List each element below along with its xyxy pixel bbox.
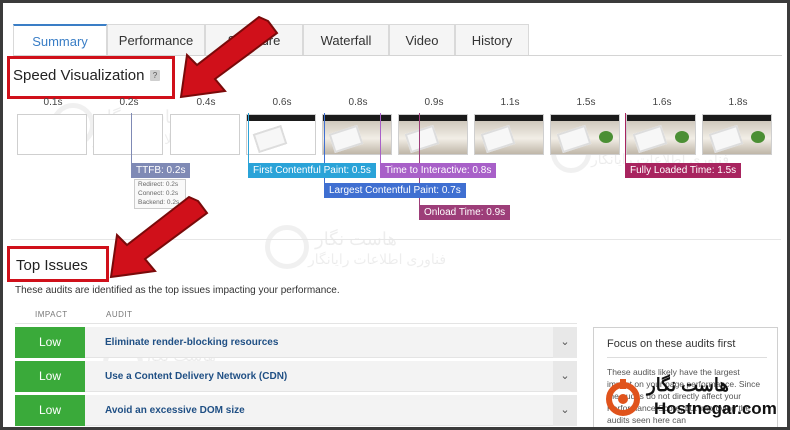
filmstrip-frame[interactable] (246, 114, 316, 155)
brand-name-fa: هاست نگار (647, 375, 729, 395)
filmstrip-frame[interactable] (626, 114, 696, 155)
watermark-logo-icon (265, 225, 309, 269)
table-row[interactable]: Low Use a Content Delivery Network (CDN)… (15, 361, 577, 392)
time-label: 0.1s (43, 97, 63, 108)
ttfb-tag: TTFB: 0.2s (131, 163, 191, 178)
filmstrip-frame[interactable] (17, 114, 87, 155)
lcp-tag: Largest Contentful Paint: 0.7s (324, 183, 466, 198)
brand-logo-icon (606, 379, 640, 416)
audit-title[interactable]: Eliminate render-blocking resources (105, 327, 278, 358)
filmstrip-frame[interactable] (322, 114, 392, 155)
filmstrip-frame[interactable] (93, 114, 163, 155)
fcp-marker-line (248, 113, 249, 165)
ttfb-redirect: Redirect: 0.2s (138, 181, 179, 188)
filmstrip-frame[interactable] (702, 114, 772, 155)
time-label: 1.5s (576, 97, 596, 108)
red-arrow-icon (109, 195, 209, 279)
table-header-divider (15, 323, 577, 324)
impact-badge: Low (15, 327, 85, 358)
screenshot-frame: هاست نگار فناوری اطلاعات رایانگار هاست ن… (0, 0, 790, 430)
filmstrip-frame[interactable] (170, 114, 240, 155)
filmstrip-frame[interactable] (398, 114, 468, 155)
table-row[interactable]: Low Eliminate render-blocking resources … (15, 327, 577, 358)
time-label: 0.2s (119, 97, 139, 108)
impact-badge: Low (15, 395, 85, 426)
highlight-box (7, 246, 109, 282)
audit-column-header: AUDIT (106, 310, 133, 319)
impact-badge: Low (15, 361, 85, 392)
fully-loaded-tag: Fully Loaded Time: 1.5s (625, 163, 742, 178)
time-label: 1.8s (728, 97, 748, 108)
filmstrip-frame[interactable] (474, 114, 544, 155)
fcp-tag: First Contentful Paint: 0.5s (248, 163, 376, 178)
onload-tag: Onload Time: 0.9s (419, 205, 511, 220)
top-issues-description: These audits are identified as the top i… (15, 285, 340, 296)
tab-video[interactable]: Video (389, 24, 455, 56)
time-label: 0.8s (348, 97, 368, 108)
tti-tag: Time to Interactive: 0.8s (380, 163, 497, 178)
focus-panel-title: Focus on these audits first (607, 338, 736, 350)
chevron-down-icon[interactable]: ⌄ (553, 327, 577, 358)
focus-panel-divider (607, 357, 767, 358)
time-label: 1.1s (500, 97, 520, 108)
chevron-down-icon[interactable]: ⌄ (553, 361, 577, 392)
tab-waterfall[interactable]: Waterfall (303, 24, 389, 56)
tab-history[interactable]: History (455, 24, 529, 56)
fully-loaded-marker-line (625, 113, 626, 165)
audit-title[interactable]: Avoid an excessive DOM size (105, 395, 245, 426)
tab-summary[interactable]: Summary (13, 24, 107, 57)
time-label: 0.9s (424, 97, 444, 108)
table-row[interactable]: Low Avoid an excessive DOM size ⌄ (15, 395, 577, 426)
ttfb-marker-line (131, 113, 132, 165)
audit-title[interactable]: Use a Content Delivery Network (CDN) (105, 361, 287, 392)
brand-name: Hostnegar.com (654, 399, 777, 418)
time-label: 1.6s (652, 97, 672, 108)
highlight-box (7, 56, 175, 99)
chevron-down-icon[interactable]: ⌄ (553, 395, 577, 426)
filmstrip-frame[interactable] (550, 114, 620, 155)
tab-bar: Summary Performance Structure Waterfall … (6, 24, 786, 57)
impact-column-header: IMPACT (35, 310, 68, 319)
watermark-subtext: فناوری اطلاعات رایانگار (308, 251, 447, 267)
tti-marker-line (380, 113, 381, 165)
red-arrow-icon (179, 15, 279, 99)
